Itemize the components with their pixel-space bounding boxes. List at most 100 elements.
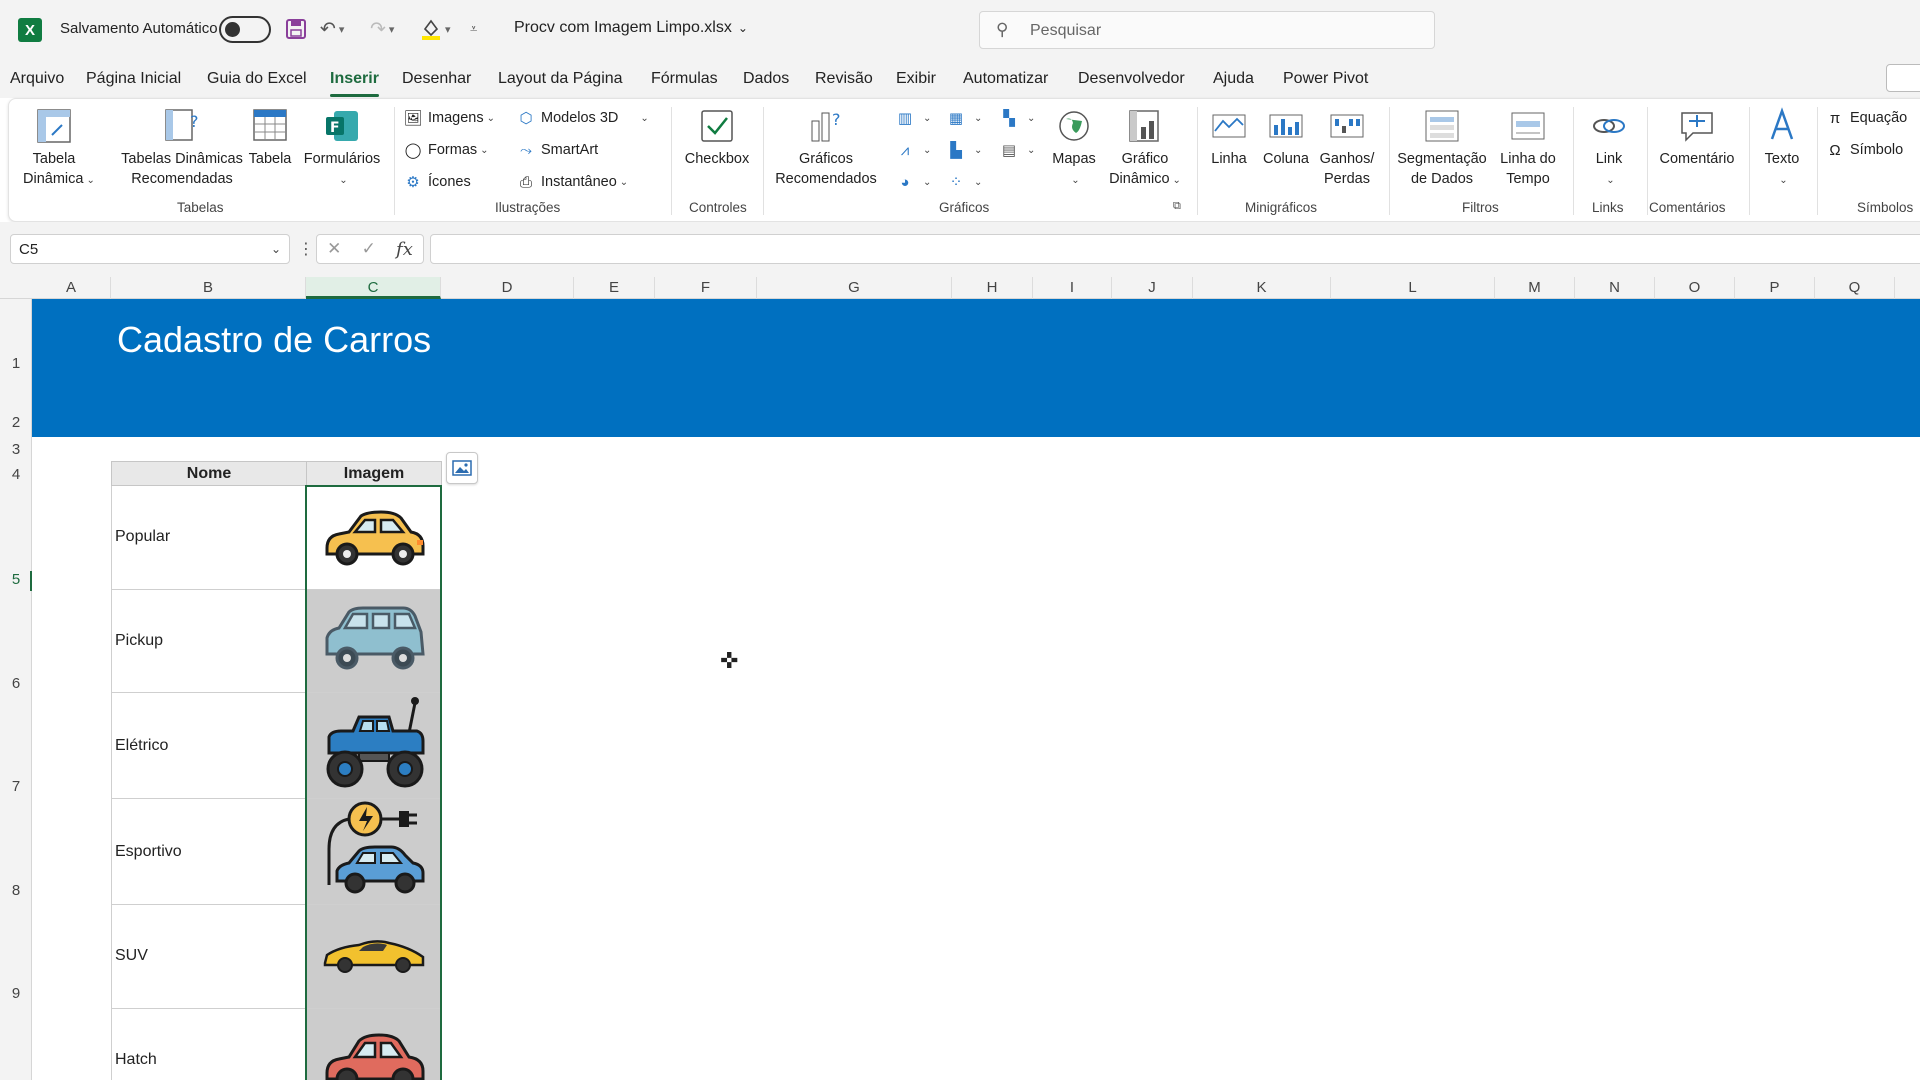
save-icon[interactable]	[285, 16, 307, 42]
header-imagem[interactable]: Imagem	[306, 461, 442, 486]
cell-imagem[interactable]	[306, 588, 442, 693]
comment-button[interactable]: Comentário	[1655, 107, 1739, 169]
cell-nome[interactable]: Esportivo	[111, 798, 307, 905]
symbol-button[interactable]: Ω Símbolo	[1825, 141, 1903, 159]
link-button[interactable]: Link ⌄	[1581, 107, 1637, 191]
fill-color-icon[interactable]: ▾	[420, 16, 451, 42]
red-compact-car-icon[interactable]	[319, 1017, 429, 1080]
more-options-icon[interactable]: ⋮	[298, 239, 314, 259]
column-header-q[interactable]: Q	[1815, 277, 1895, 299]
redo-icon[interactable]: ↷ ▾	[370, 16, 394, 42]
tab-exibir[interactable]: Exibir	[896, 70, 936, 88]
tab-automatizar[interactable]: Automatizar	[963, 70, 1048, 88]
insert-function-icon[interactable]: fx	[396, 239, 413, 260]
column-header-j[interactable]: J	[1112, 277, 1193, 299]
undo-icon[interactable]: ↶ ▾	[320, 16, 344, 42]
column-header-k[interactable]: K	[1193, 277, 1331, 299]
autosave-toggle[interactable]	[219, 16, 271, 43]
forms-button[interactable]: F Formulários ⌄	[300, 107, 384, 191]
table-button[interactable]: Tabela	[245, 107, 295, 169]
checkbox-button[interactable]: Checkbox	[681, 107, 753, 169]
pivot-table-button[interactable]: Tabela Dinâmica ⌄	[23, 107, 95, 191]
file-name[interactable]: Procv com Imagem Limpo.xlsx ⌄	[514, 19, 748, 37]
dialog-launcher-icon[interactable]: ⧉	[1173, 200, 1181, 213]
column-header-c[interactable]: C	[306, 277, 441, 299]
cell-imagem[interactable]	[306, 904, 442, 1009]
formula-input[interactable]	[430, 234, 1920, 264]
row-header-9[interactable]: 9	[0, 985, 32, 1005]
equation-button[interactable]: π Equação	[1825, 109, 1907, 127]
column-header-m[interactable]: M	[1495, 277, 1575, 299]
smartart-button[interactable]: ⤳ SmartArt	[516, 141, 598, 159]
recommended-charts-button[interactable]: ? Gráficos Recomendados	[773, 107, 879, 189]
timeline-button[interactable]: Linha do Tempo	[1493, 107, 1563, 189]
row-header-1[interactable]: 1	[0, 355, 32, 375]
hierarchy-chart-button[interactable]: ▦ ⌄	[946, 109, 982, 127]
images-button[interactable]: 🖼 Imagens ⌄	[403, 109, 495, 127]
tab-arquivo[interactable]: Arquivo	[10, 70, 64, 88]
tab-formulas[interactable]: Fórmulas	[651, 70, 718, 88]
screenshot-button[interactable]: ⎙ Instantâneo ⌄	[516, 173, 628, 191]
sparkline-winloss-button[interactable]: Ganhos/ Perdas	[1315, 107, 1379, 189]
cell-nome[interactable]: Pickup	[111, 588, 307, 693]
customize-qat-icon[interactable]: ⩡	[470, 16, 477, 42]
picture-in-cell-icon[interactable]	[446, 452, 478, 484]
row-header-5[interactable]: 5	[0, 571, 33, 591]
row-header-3[interactable]: 3	[0, 441, 32, 461]
yellow-sedan-car-icon[interactable]	[319, 500, 429, 570]
cell-imagem[interactable]	[306, 1007, 442, 1080]
tab-power-pivot[interactable]: Power Pivot	[1283, 70, 1368, 88]
row-header-7[interactable]: 7	[0, 778, 32, 798]
cell-imagem[interactable]	[306, 798, 442, 905]
tab-revisao[interactable]: Revisão	[815, 70, 873, 88]
enter-icon[interactable]: ✓	[362, 239, 376, 259]
column-header-h[interactable]: H	[952, 277, 1033, 299]
cell-imagem[interactable]	[306, 692, 442, 799]
cell-nome[interactable]: Elétrico	[111, 692, 307, 799]
row-header-4[interactable]: 4	[0, 466, 32, 486]
search-input[interactable]: ⚲ Pesquisar	[979, 11, 1435, 49]
sparkline-line-button[interactable]: Linha	[1205, 107, 1253, 169]
recommended-pivot-button[interactable]: ? Tabelas Dinâmicas Recomendadas	[112, 107, 252, 189]
cell-nome[interactable]: SUV	[111, 904, 307, 1009]
tab-layout-da-pagina[interactable]: Layout da Página	[498, 70, 623, 88]
tab-pagina-inicial[interactable]: Página Inicial	[86, 70, 181, 88]
3d-models-button[interactable]: ⬡ Modelos 3D ⌄	[516, 109, 648, 127]
sparkline-column-button[interactable]: Coluna	[1259, 107, 1313, 169]
worksheet[interactable]: Cadastro de Carros Nome Imagem Popular P…	[32, 299, 1920, 1080]
light-blue-hatchback-car-icon[interactable]	[319, 598, 429, 678]
statistic-chart-button[interactable]: ▙ ⌄	[946, 141, 982, 159]
pivot-chart-button[interactable]: Gráfico Dinâmico ⌄	[1105, 107, 1185, 191]
column-header-b[interactable]: B	[111, 277, 306, 299]
column-header-g[interactable]: G	[757, 277, 952, 299]
name-box[interactable]: C5 ⌄	[10, 234, 290, 264]
tab-dados[interactable]: Dados	[743, 70, 789, 88]
column-header-p[interactable]: P	[1735, 277, 1815, 299]
column-header-n[interactable]: N	[1575, 277, 1655, 299]
row-header-6[interactable]: 6	[0, 675, 32, 695]
column-header-f[interactable]: F	[655, 277, 757, 299]
maps-button[interactable]: Mapas ⌄	[1047, 107, 1101, 191]
icons-button[interactable]: ⚙ Ícones	[403, 173, 470, 191]
cell-nome[interactable]: Popular	[111, 485, 307, 590]
electric-charging-car-icon[interactable]	[319, 799, 429, 899]
shapes-button[interactable]: ◯ Formas ⌄	[403, 141, 489, 159]
pie-chart-button[interactable]: ◕ ⌄	[895, 173, 931, 191]
tab-desenvolvedor[interactable]: Desenvolvedor	[1078, 70, 1185, 88]
row-header-8[interactable]: 8	[0, 882, 32, 902]
column-header-e[interactable]: E	[574, 277, 655, 299]
line-chart-button[interactable]: ⩘ ⌄	[895, 141, 932, 159]
column-header-l[interactable]: L	[1331, 277, 1495, 299]
row-header-2[interactable]: 2	[0, 414, 32, 434]
blue-monster-truck-icon[interactable]	[319, 693, 429, 793]
cancel-icon[interactable]: ✕	[327, 239, 341, 259]
column-header-a[interactable]: A	[32, 277, 111, 299]
combo-chart-button[interactable]: ▤ ⌄	[999, 141, 1035, 159]
text-button[interactable]: Texto ⌄	[1757, 107, 1807, 191]
yellow-sports-car-icon[interactable]	[319, 929, 429, 979]
waterfall-chart-button[interactable]: ▚ ⌄	[999, 109, 1035, 127]
comments-button[interactable]	[1886, 64, 1920, 92]
column-header-o[interactable]: O	[1655, 277, 1735, 299]
column-header-i[interactable]: I	[1033, 277, 1112, 299]
scatter-chart-button[interactable]: ⁘ ⌄	[946, 173, 983, 191]
